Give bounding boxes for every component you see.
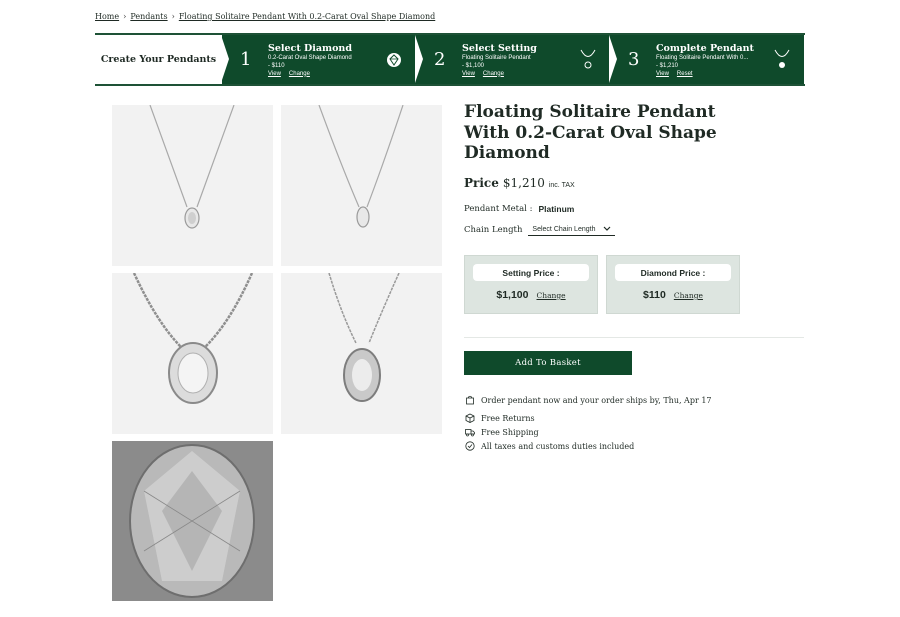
step-title: Complete Pendant <box>656 42 754 54</box>
breadcrumb-pendants[interactable]: Pendants <box>130 12 167 21</box>
step-price: - $110 <box>268 62 285 69</box>
step-complete-pendant[interactable]: 3 Complete Pendant Floating Solitaire Pe… <box>609 35 804 84</box>
step-subtitle: 0.2-Carat Oval Shape Diamond <box>268 54 352 61</box>
perk-ship-date: Order pendant now and your order ships b… <box>465 393 712 407</box>
pendant-icon <box>580 49 596 69</box>
builder-steps: Create Your Pendants 1 Select Diamond 0.… <box>95 33 805 86</box>
perk-returns-text: Free Returns <box>481 413 535 423</box>
truck-icon <box>465 429 475 437</box>
step-change-link[interactable]: Change <box>289 71 310 77</box>
step-price: - $1,210 <box>656 62 679 69</box>
divider <box>464 337 804 338</box>
product-info: Floating Solitaire Pendant With 0.2-Cara… <box>464 102 804 236</box>
breadcrumb-current[interactable]: Floating Solitaire Pendant With 0.2-Cara… <box>179 12 435 21</box>
price-row: Price $1,210 inc. TAX <box>464 176 804 190</box>
chevron-right-icon: › <box>171 12 175 21</box>
product-image-angle[interactable] <box>281 104 442 266</box>
step-select-diamond[interactable]: 1 Select Diamond 0.2-Carat Oval Shape Di… <box>221 35 416 84</box>
chevron-down-icon <box>604 226 611 231</box>
perk-free-returns: Free Returns <box>465 411 712 425</box>
step-number: 3 <box>628 49 640 70</box>
chevron-right-icon: › <box>123 12 127 21</box>
product-image-side[interactable] <box>281 272 442 434</box>
check-circle-icon <box>465 441 475 451</box>
step-subtitle: Floating Solitaire Pendant With 0... <box>656 54 749 61</box>
diamond-price-card: Diamond Price : $110 Change <box>606 255 740 314</box>
add-to-basket-button[interactable]: Add To Basket <box>464 351 632 375</box>
price-value: $1,210 <box>502 175 545 190</box>
chain-row: Chain Length Select Chain Length <box>464 224 804 236</box>
step-number: 2 <box>434 49 446 70</box>
step-view-link[interactable]: View <box>462 71 475 77</box>
diamond-image[interactable] <box>112 441 273 601</box>
setting-price-value: $1,100 <box>496 289 529 301</box>
diamond-price-label: Diamond Price : <box>615 264 731 281</box>
price-cards: Setting Price : $1,100 Change Diamond Pr… <box>464 255 740 314</box>
step-number: 1 <box>240 49 252 70</box>
perk-shipping-text: Free Shipping <box>481 427 539 437</box>
perk-free-shipping: Free Shipping <box>465 425 712 439</box>
diamond-price-value: $110 <box>643 289 666 301</box>
metal-row: Pendant Metal : Platinum <box>464 204 804 214</box>
perk-taxes-text: All taxes and customs duties included <box>481 441 635 451</box>
chain-select-value: Select Chain Length <box>532 225 596 233</box>
diamond-change-link[interactable]: Change <box>674 291 703 300</box>
box-icon <box>465 413 475 423</box>
product-image-front[interactable] <box>112 104 273 266</box>
price-tax-note: inc. TAX <box>548 181 575 189</box>
metal-label: Pendant Metal : <box>464 203 533 214</box>
breadcrumb: Home › Pendants › Floating Solitaire Pen… <box>95 12 435 21</box>
breadcrumb-home[interactable]: Home <box>95 12 119 21</box>
chain-label: Chain Length <box>464 224 523 235</box>
step-subtitle: Floating Solitaire Pendant <box>462 54 531 61</box>
setting-change-link[interactable]: Change <box>537 291 566 300</box>
step-change-link[interactable]: Change <box>483 71 504 77</box>
perks-list: Order pendant now and your order ships b… <box>465 393 712 453</box>
diamond-icon <box>387 53 401 67</box>
price-label: Price <box>464 175 499 190</box>
perk-taxes-included: All taxes and customs duties included <box>465 439 712 453</box>
step-title: Select Setting <box>462 42 537 54</box>
setting-price-label: Setting Price : <box>473 264 589 281</box>
setting-price-card: Setting Price : $1,100 Change <box>464 255 598 314</box>
step-view-link[interactable]: View <box>656 71 669 77</box>
product-image-detail[interactable] <box>112 272 273 434</box>
step-view-link[interactable]: View <box>268 71 281 77</box>
shopping-bag-icon <box>466 395 474 405</box>
step-select-setting[interactable]: 2 Select Setting Floating Solitaire Pend… <box>415 35 610 84</box>
chain-length-select[interactable]: Select Chain Length <box>528 224 616 236</box>
product-title: Floating Solitaire Pendant With 0.2-Cara… <box>464 102 717 163</box>
step-reset-link[interactable]: Reset <box>677 71 693 77</box>
pendant-icon <box>774 49 790 68</box>
step-price: - $1,100 <box>462 62 485 69</box>
metal-value: Platinum <box>538 203 575 214</box>
perk-ship-text: Order pendant now and your order ships b… <box>481 395 712 405</box>
steps-lead-title: Create Your Pendants <box>95 35 222 84</box>
step-title: Select Diamond <box>268 42 352 54</box>
